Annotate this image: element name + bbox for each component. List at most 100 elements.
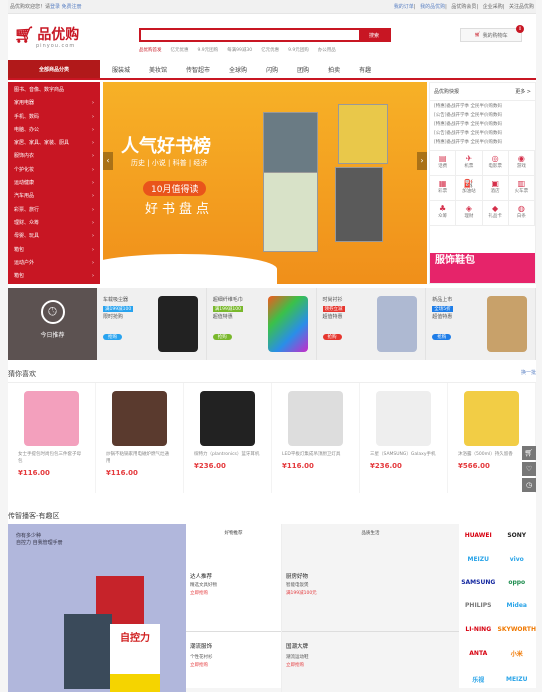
side-favorite-icon[interactable]: ♡ xyxy=(522,462,536,476)
service-1[interactable]: ✈ 机票 xyxy=(456,151,483,176)
fashion-ad[interactable]: 服饰鞋包 xyxy=(430,253,535,283)
category-item[interactable]: 箱包 › xyxy=(8,244,100,257)
today-buy-button[interactable]: 抢购 xyxy=(212,334,232,340)
today-buy-button[interactable]: 抢购 xyxy=(432,334,452,340)
side-cart-icon[interactable]: 🛒︎ xyxy=(522,446,536,460)
side-history-icon[interactable]: ◷ xyxy=(522,478,536,492)
fun-cell[interactable]: 国潮大牌 潮流运动鞋 立即抢购 xyxy=(282,632,459,692)
category-item[interactable]: 服饰内衣 › xyxy=(8,150,100,163)
brand-logo[interactable]: MEIZU xyxy=(459,556,498,563)
brand-logo[interactable]: HUAWEI xyxy=(459,532,498,539)
service-9[interactable]: ◈ 理财 xyxy=(456,201,483,226)
fun-cell[interactable]: 品质生活 厨房好物 智能电饭煲 满199减100元 xyxy=(282,524,459,632)
nav-item[interactable]: 闪购 xyxy=(266,65,278,74)
hot-word[interactable]: 每满99减30 xyxy=(227,47,252,53)
brand-logo[interactable]: SKYWORTH xyxy=(498,626,537,633)
brand-logo[interactable]: SONY xyxy=(498,532,537,539)
hot-word[interactable]: 9.9元团购 xyxy=(198,47,219,53)
brand-logo[interactable]: MEIZU xyxy=(498,676,537,683)
product-card[interactable]: 缤特力（plantronics）蓝牙耳机 ¥236.00 xyxy=(184,383,272,493)
login-link[interactable]: 登录 xyxy=(50,4,60,10)
hot-word[interactable]: 亿元优惠 xyxy=(171,47,189,53)
service-7[interactable]: ▥ 火车票 xyxy=(508,176,535,201)
register-link[interactable]: 免费注册 xyxy=(62,4,82,10)
brand-logo[interactable]: SAMSUNG xyxy=(459,579,498,586)
nav-item[interactable]: 拍卖 xyxy=(328,65,340,74)
service-2[interactable]: ◎ 电影票 xyxy=(482,151,509,176)
nav-item[interactable]: 团购 xyxy=(297,65,309,74)
today-item[interactable]: 车载吸尘器 满199减100 限时抢购 抢购 xyxy=(97,288,207,360)
top-link[interactable]: 品优购会员 xyxy=(451,4,476,10)
nav-item[interactable]: 全球购 xyxy=(229,65,247,74)
category-item[interactable]: 图书、音像、数字商品 xyxy=(8,84,100,97)
hot-word[interactable]: 亿元优惠 xyxy=(261,47,279,53)
category-item[interactable]: 箱包 › xyxy=(8,270,100,283)
service-8[interactable]: ♣ 众筹 xyxy=(430,201,457,226)
service-0[interactable]: ▤ 话费 xyxy=(430,151,457,176)
hot-word[interactable]: 9.9元团购 xyxy=(288,47,309,53)
category-item[interactable]: 彩票、旅行 › xyxy=(8,204,100,217)
service-3[interactable]: ◉ 游戏 xyxy=(508,151,535,176)
top-link[interactable]: 我的订单 xyxy=(394,4,414,10)
fun-feature[interactable]: 你有多少种 自控力 自我管理手册 自控力 xyxy=(8,524,186,692)
service-4[interactable]: ▦ 彩票 xyxy=(430,176,457,201)
fun-cell[interactable]: 好物推荐 达人推荐 精选文具好物 立即抢购 xyxy=(186,524,281,632)
product-card[interactable]: 三星（SAMSUNG）Galaxy手机 ¥236.00 xyxy=(360,383,448,493)
hot-word[interactable]: 品优购首发 xyxy=(139,47,162,53)
search-button[interactable]: 搜索 xyxy=(359,30,389,40)
top-link[interactable]: 关注品优购 xyxy=(509,4,534,10)
news-item[interactable]: [特惠]备战开学季 全民半价购数码 xyxy=(430,137,535,146)
category-item[interactable]: 理财、众筹 › xyxy=(8,217,100,230)
nav-item[interactable]: 有趣 xyxy=(359,65,371,74)
today-item[interactable]: 时尚衬衫 领券立减 超值特惠 抢购 xyxy=(317,288,427,360)
category-item[interactable]: 个护化妆 › xyxy=(8,164,100,177)
nav-item[interactable]: 服装城 xyxy=(112,65,130,74)
search-input[interactable] xyxy=(141,30,359,40)
news-item[interactable]: [公告]备战开学季 全民半价购数码 xyxy=(430,128,535,137)
today-item[interactable]: 新品上市 全场5折 超值特惠 抢购 xyxy=(426,288,536,360)
brand-logo[interactable]: oppo xyxy=(498,579,537,586)
product-card[interactable]: 炒锅不粘锅家用电磁炉燃气灶通用 ¥116.00 xyxy=(96,383,184,493)
product-card[interactable]: LED平板灯集成吊顶厨卫灯具 ¥116.00 xyxy=(272,383,360,493)
brand-logo[interactable]: vivo xyxy=(498,556,537,563)
prev-arrow-icon[interactable]: ‹ xyxy=(103,152,113,170)
news-more-link[interactable]: 更多 > xyxy=(515,88,531,95)
today-item[interactable]: 超细纤维毛巾 满199减100 超值特惠 抢购 xyxy=(207,288,317,360)
today-buy-button[interactable]: 抢购 xyxy=(103,334,122,340)
refresh-link[interactable]: 换一批 xyxy=(521,369,536,379)
category-item[interactable]: 手机、数码 › xyxy=(8,111,100,124)
service-6[interactable]: ▣ 酒店 xyxy=(482,176,509,201)
product-card[interactable]: 女士手提包时尚包包三件套子母包 ¥116.00 xyxy=(8,383,96,493)
category-item[interactable]: 家用电器 › xyxy=(8,97,100,110)
service-5[interactable]: ⛽ 加油站 xyxy=(456,176,483,201)
news-item[interactable]: [特惠]备战开学季 全民半价购数码 xyxy=(430,119,535,128)
nav-item[interactable]: 美妆馆 xyxy=(149,65,167,74)
category-item[interactable]: 母婴、玩具 › xyxy=(8,230,100,243)
all-categories-button[interactable]: 全部商品分类 xyxy=(8,60,100,78)
product-card[interactable]: 沐浴露（500ml）持久留香 ¥566.00 xyxy=(448,383,536,493)
category-item[interactable]: 运动健康 › xyxy=(8,177,100,190)
brand-logo[interactable]: 乐视 xyxy=(459,675,498,684)
brand-logo[interactable]: LI-NING xyxy=(459,626,498,633)
hot-word[interactable]: 办公用品 xyxy=(318,47,336,53)
top-link[interactable]: 我的品优购 xyxy=(420,4,445,10)
brand-logo[interactable]: Midea xyxy=(498,602,537,609)
category-item[interactable]: 汽车用品 › xyxy=(8,190,100,203)
news-item[interactable]: [公告]备战开学季 全民半价购数码 xyxy=(430,110,535,119)
brand-logo[interactable]: PHILIPS xyxy=(459,602,498,609)
category-item[interactable]: 电脑、办公 › xyxy=(8,124,100,137)
service-11[interactable]: ◍ 白条 xyxy=(508,201,535,226)
brand-logo[interactable]: ANTA xyxy=(459,650,498,657)
my-cart-button[interactable]: 🛒︎ 我的购物车 0 xyxy=(460,25,524,42)
nav-item[interactable]: 传智超市 xyxy=(186,65,210,74)
top-link[interactable]: 企业采购 xyxy=(483,4,503,10)
category-item[interactable]: 家居、家具、家装、厨具 › xyxy=(8,137,100,150)
logo[interactable]: 🛒︎ 品优购 pinyou.com xyxy=(14,24,79,50)
today-buy-button[interactable]: 抢购 xyxy=(322,334,342,340)
service-10[interactable]: ◆ 礼品卡 xyxy=(482,201,509,226)
brand-logo[interactable]: 小米 xyxy=(498,649,537,658)
category-item[interactable]: 运动户外 › xyxy=(8,257,100,270)
news-item[interactable]: [特惠]备战开学季 全民半价购数码 xyxy=(430,101,535,110)
next-arrow-icon[interactable]: › xyxy=(417,152,427,170)
fun-cell[interactable]: 潮流服饰 个性花衬衫 立即抢购 xyxy=(186,632,281,692)
